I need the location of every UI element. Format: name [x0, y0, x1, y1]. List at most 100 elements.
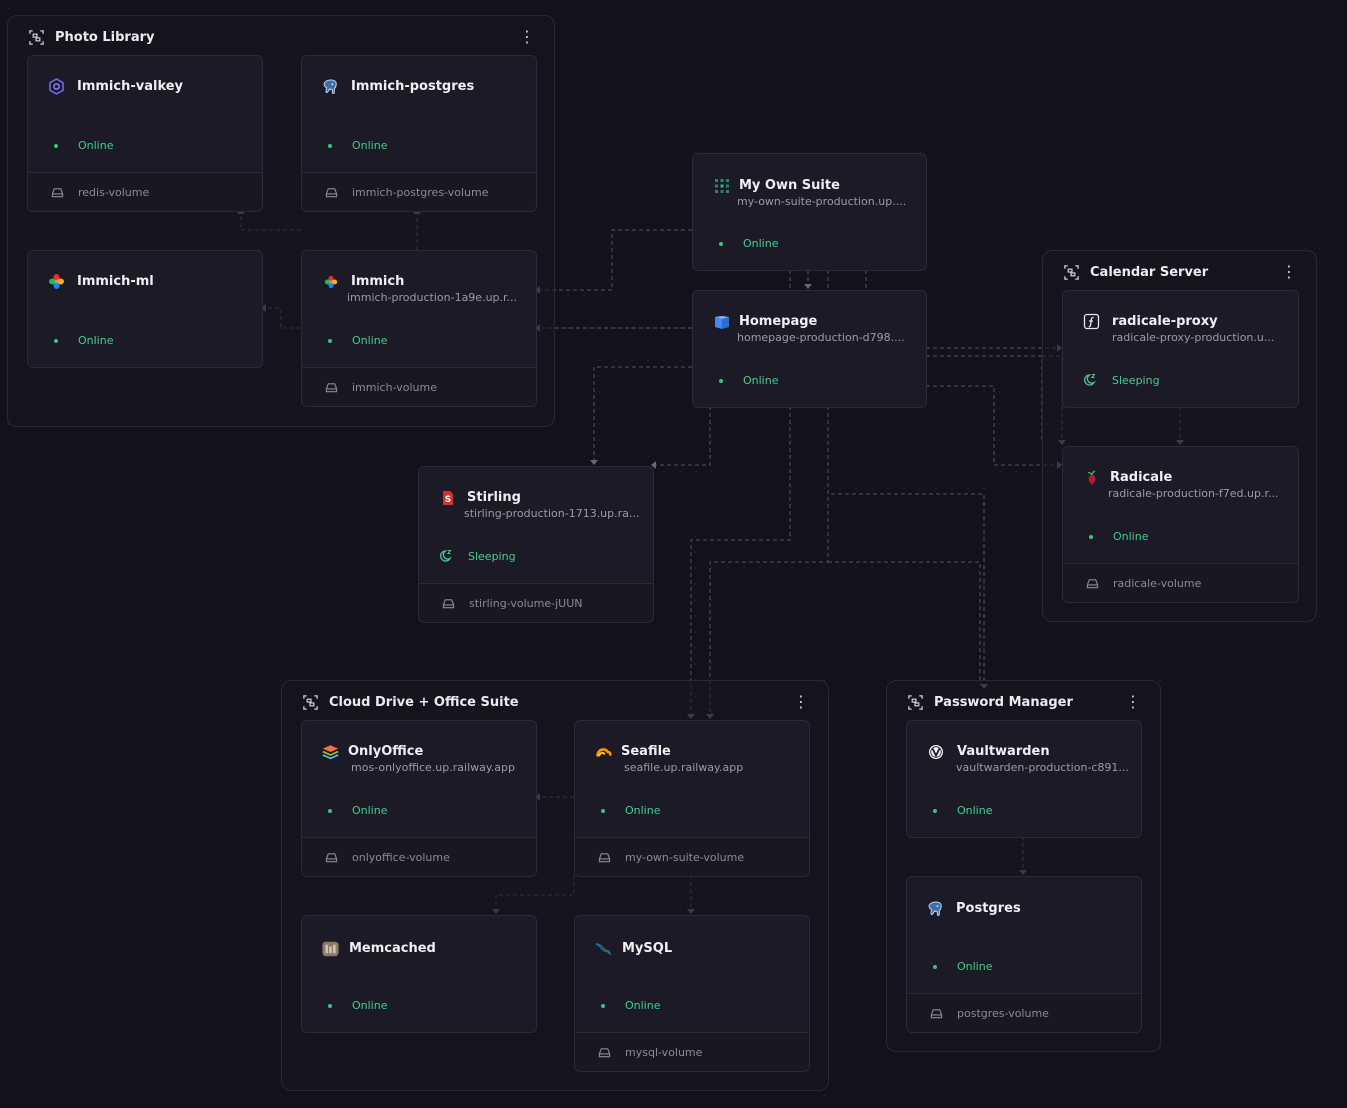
status-text: Sleeping	[1112, 373, 1160, 387]
service-card-radicale-proxy[interactable]: radicale-proxy radicale-proxy-production…	[1062, 290, 1299, 408]
status-dot	[933, 964, 937, 969]
volume-icon	[598, 1047, 611, 1057]
status-dot	[328, 338, 332, 343]
service-url[interactable]: homepage-production-d798....	[737, 331, 917, 344]
memcached-icon	[322, 940, 339, 957]
homepage-icon	[713, 313, 730, 330]
status-dot	[933, 808, 937, 813]
service-name: Seafile	[621, 744, 671, 759]
service-card-vaultwarden[interactable]: Vaultwarden vaultwarden-production-c891.…	[906, 720, 1142, 838]
volume-name: redis-volume	[78, 185, 150, 199]
volume-row[interactable]: immich-postgres-volume	[302, 172, 536, 211]
service-url[interactable]: radicale-production-f7ed.up.r...	[1108, 487, 1288, 500]
service-card-seafile[interactable]: Seafile seafile.up.railway.app Online my…	[574, 720, 810, 877]
volume-name: mysql-volume	[625, 1045, 703, 1059]
volume-row[interactable]: immich-volume	[302, 367, 536, 406]
service-name: My Own Suite	[739, 178, 840, 193]
volume-icon	[598, 852, 611, 862]
volume-name: stirling-volume-jUUN	[469, 596, 583, 610]
postgres-icon	[322, 78, 339, 95]
service-card-memcached[interactable]: Memcached Online	[301, 915, 537, 1033]
sleeping-icon	[1084, 374, 1096, 386]
status-text: Online	[743, 374, 779, 387]
volume-name: radicale-volume	[1113, 576, 1202, 590]
service-url[interactable]: my-own-suite-production.up....	[737, 195, 917, 208]
mysql-icon	[595, 940, 612, 957]
service-name: Homepage	[739, 314, 818, 329]
volume-row[interactable]: radicale-volume	[1063, 563, 1298, 602]
grid-icon	[713, 177, 730, 194]
service-url[interactable]: immich-production-1a9e.up.r...	[347, 291, 527, 304]
volume-row[interactable]: redis-volume	[28, 172, 262, 211]
postgres-icon	[927, 900, 944, 917]
service-url[interactable]: vaultwarden-production-c891...	[956, 761, 1136, 774]
service-card-postgres[interactable]: Postgres Online postgres-volume	[906, 876, 1142, 1033]
volume-icon	[442, 598, 455, 608]
service-url[interactable]: seafile.up.railway.app	[624, 761, 804, 774]
volume-name: my-own-suite-volume	[625, 850, 745, 864]
service-card-immich[interactable]: Immich immich-production-1a9e.up.r... On…	[301, 250, 537, 407]
status-dot	[328, 143, 332, 148]
service-card-stirling[interactable]: S Stirling stirling-production-1713.up.r…	[418, 466, 654, 623]
volume-row[interactable]: my-own-suite-volume	[575, 837, 809, 876]
more-options-icon[interactable]: ⋮	[1125, 694, 1141, 710]
status-text: Online	[78, 334, 114, 347]
service-name: Immich-valkey	[77, 79, 184, 94]
service-name: MySQL	[622, 941, 673, 956]
seafile-icon	[595, 743, 612, 760]
volume-row[interactable]: mysql-volume	[575, 1032, 809, 1071]
volume-name: onlyoffice-volume	[352, 850, 450, 864]
status-text: Sleeping	[468, 549, 516, 563]
status-text: Online	[352, 999, 388, 1012]
volume-row[interactable]: postgres-volume	[907, 993, 1141, 1032]
svg-text:S: S	[444, 495, 450, 505]
service-card-homepage[interactable]: Homepage homepage-production-d798.... On…	[692, 290, 927, 408]
group-title: Calendar Server	[1090, 264, 1209, 280]
volume-icon	[325, 382, 338, 392]
status-dot	[328, 1003, 332, 1008]
volume-icon	[325, 852, 338, 862]
status-text: Online	[957, 960, 993, 973]
service-url[interactable]: radicale-proxy-production.u...	[1112, 331, 1292, 344]
service-card-mysql[interactable]: MySQL Online mysql-volume	[574, 915, 810, 1072]
service-card-my-own-suite[interactable]: My Own Suite my-own-suite-production.up.…	[692, 153, 927, 271]
status-text: Online	[352, 334, 388, 347]
service-url[interactable]: mos-onlyoffice.up.railway.app	[351, 761, 521, 774]
service-name: Radicale	[1110, 470, 1173, 485]
group-title: Password Manager	[934, 694, 1073, 710]
group-title: Cloud Drive + Office Suite	[329, 694, 519, 710]
service-name: Immich-ml	[77, 274, 154, 289]
status-dot	[54, 143, 58, 148]
onlyoffice-icon	[322, 743, 339, 760]
immich-icon	[322, 273, 339, 290]
status-dot	[1089, 534, 1093, 539]
status-text: Online	[625, 999, 661, 1012]
more-options-icon[interactable]: ⋮	[519, 29, 535, 45]
stirling-icon: S	[439, 489, 456, 506]
status-dot	[601, 808, 605, 813]
service-card-immich-valkey[interactable]: Immich-valkey Online redis-volume	[27, 55, 263, 212]
immich-icon	[48, 273, 65, 290]
volume-row[interactable]: stirling-volume-jUUN	[419, 583, 653, 622]
status-text: Online	[78, 139, 114, 152]
status-text: Online	[352, 139, 388, 152]
volume-row[interactable]: onlyoffice-volume	[302, 837, 536, 876]
service-name: Stirling	[467, 490, 521, 505]
service-card-immich-postgres[interactable]: Immich-postgres Online immich-postgres-v…	[301, 55, 537, 212]
more-options-icon[interactable]: ⋮	[1281, 264, 1297, 280]
volume-icon	[51, 187, 64, 197]
service-url[interactable]: stirling-production-1713.up.ra...	[464, 507, 644, 520]
group-icon	[908, 694, 923, 710]
volume-name: immich-postgres-volume	[352, 185, 489, 199]
service-card-immich-ml[interactable]: Immich-ml Online	[27, 250, 263, 368]
group-icon	[1064, 264, 1079, 280]
volume-icon	[930, 1008, 943, 1018]
more-options-icon[interactable]: ⋮	[793, 694, 809, 710]
service-card-onlyoffice[interactable]: OnlyOffice mos-onlyoffice.up.railway.app…	[301, 720, 537, 877]
status-dot	[601, 1003, 605, 1008]
sleeping-icon	[440, 550, 452, 562]
service-name: Memcached	[349, 941, 436, 956]
volume-name: postgres-volume	[957, 1006, 1049, 1020]
service-card-radicale[interactable]: Radicale radicale-production-f7ed.up.r..…	[1062, 446, 1299, 603]
volume-icon	[1086, 578, 1099, 588]
